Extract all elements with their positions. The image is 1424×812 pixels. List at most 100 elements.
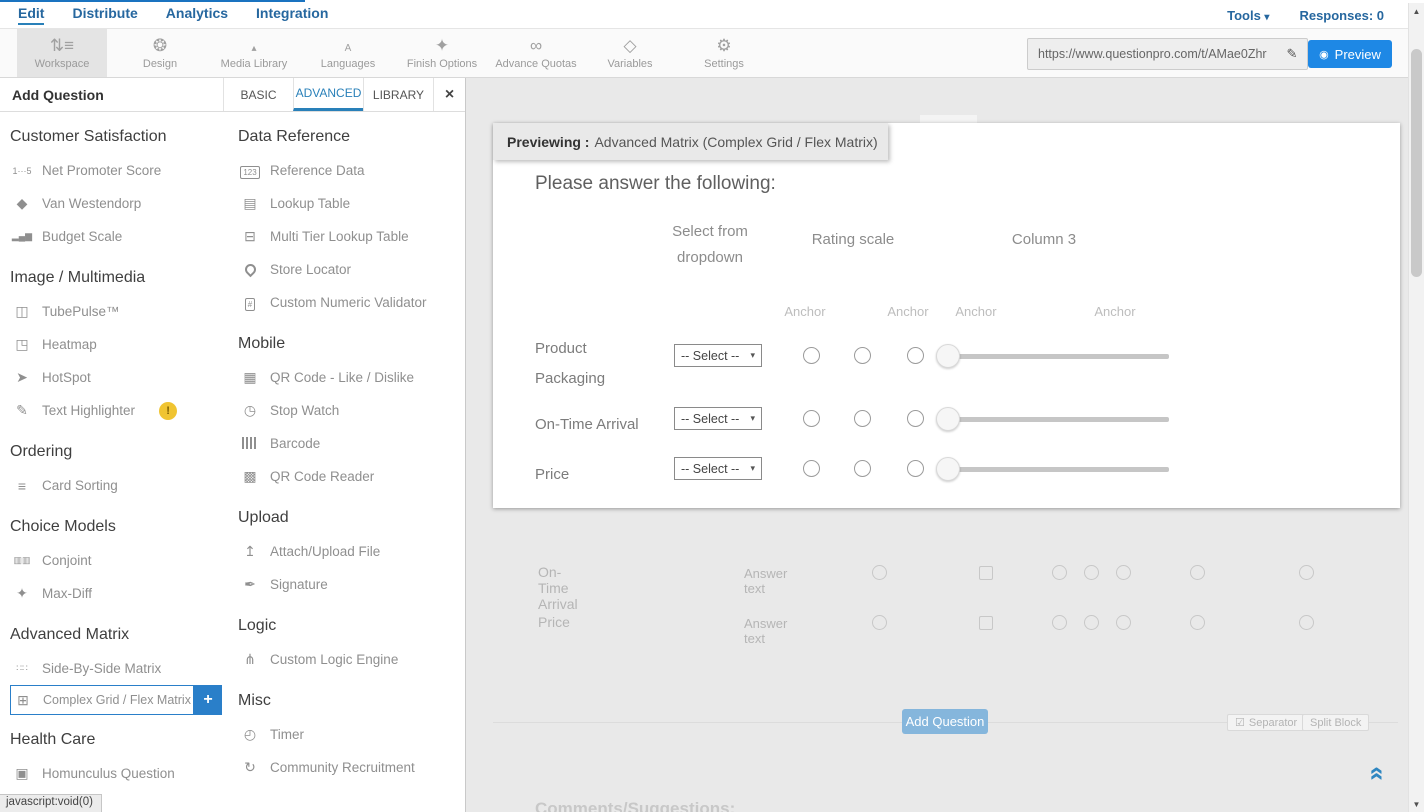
dim-radio[interactable] — [1299, 615, 1314, 630]
item-store-locator[interactable]: Store Locator — [238, 253, 458, 286]
tools-menu[interactable]: Tools ▾ — [1227, 8, 1269, 23]
item-lookup-table[interactable]: ▤Lookup Table — [238, 187, 458, 220]
item-card-sorting[interactable]: ≡Card Sorting — [10, 469, 238, 502]
tool-variables[interactable]: ◇ Variables — [583, 29, 677, 77]
item-stop-watch[interactable]: ◷Stop Watch — [238, 394, 458, 427]
slider-handle[interactable] — [936, 457, 960, 481]
tool-finish-options[interactable]: ✦ Finish Options — [395, 29, 489, 77]
page-scrollbar[interactable]: ▲ ▼ — [1408, 3, 1424, 812]
nav-item-analytics[interactable]: Analytics — [166, 5, 228, 25]
add-question-button[interactable]: Add Question — [902, 709, 988, 734]
row3-select-dropdown[interactable]: -- Select --▾ — [674, 457, 762, 480]
item-budget-scale[interactable]: ▂▄▆Budget Scale — [10, 220, 238, 253]
dim-radio[interactable] — [1190, 565, 1205, 580]
item-reference-data[interactable]: 123Reference Data — [238, 154, 458, 187]
scrollbar-thumb[interactable] — [1411, 49, 1422, 277]
dim-radio[interactable] — [1116, 565, 1131, 580]
tool-settings[interactable]: ⚙ Settings — [677, 29, 771, 77]
cursor-icon: ➤ — [10, 369, 34, 386]
section-mobile: Mobile — [238, 335, 458, 353]
item-signature[interactable]: ✒Signature — [238, 568, 458, 601]
scrollbar-up-icon[interactable]: ▲ — [1409, 7, 1424, 16]
dim-radio[interactable] — [1299, 565, 1314, 580]
qr-reader-icon: ▩ — [238, 468, 262, 485]
item-custom-numeric-validator[interactable]: #Custom Numeric Validator — [238, 286, 458, 319]
row1-slider[interactable] — [936, 344, 1169, 368]
item-qr-code-like-dislike[interactable]: ▦QR Code - Like / Dislike — [238, 361, 458, 394]
dim-radio[interactable] — [1116, 615, 1131, 630]
tool-advance-quotas[interactable]: ∞ Advance Quotas — [489, 29, 583, 77]
row3-rating-radio-3[interactable] — [907, 460, 924, 477]
tool-media-library[interactable]: ▴ Media Library — [207, 29, 301, 77]
row3-rating-radio-2[interactable] — [854, 460, 871, 477]
scroll-to-top-icon[interactable]: » — [1360, 766, 1391, 780]
eye-icon: ◉ — [1319, 48, 1329, 61]
tab-library[interactable]: LIBRARY — [363, 78, 433, 111]
edit-url-icon[interactable]: ✎ — [1277, 46, 1307, 62]
item-community-recruitment[interactable]: ↻Community Recruitment — [238, 751, 458, 784]
row2-rating-radio-3[interactable] — [907, 410, 924, 427]
dim-radio[interactable] — [1084, 615, 1099, 630]
nav-item-edit[interactable]: Edit — [18, 5, 44, 25]
tool-languages[interactable]: A Languages — [301, 29, 395, 77]
row1-rating-radio-2[interactable] — [854, 347, 871, 364]
section-data-reference: Data Reference — [238, 128, 458, 146]
nav-item-distribute[interactable]: Distribute — [72, 5, 137, 25]
item-van-westendorp[interactable]: ◆Van Westendorp — [10, 187, 238, 220]
slider-handle[interactable] — [936, 344, 960, 368]
item-hotspot[interactable]: ➤HotSpot — [10, 361, 238, 394]
item-homunculus-question[interactable]: ▣Homunculus Question — [10, 757, 238, 790]
tab-basic[interactable]: BASIC — [223, 78, 293, 111]
nav-item-integration[interactable]: Integration — [256, 5, 328, 25]
scrollbar-down-icon[interactable]: ▼ — [1409, 800, 1424, 809]
row1-rating-radio-3[interactable] — [907, 347, 924, 364]
row3-slider[interactable] — [936, 457, 1169, 481]
item-timer[interactable]: ◴Timer — [238, 718, 458, 751]
previewing-banner: Previewing : Advanced Matrix (Complex Gr… — [493, 123, 888, 160]
dim-radio[interactable] — [872, 615, 887, 630]
row2-rating-radio-2[interactable] — [854, 410, 871, 427]
dim-radio[interactable] — [1052, 565, 1067, 580]
close-panel-button[interactable]: × — [433, 78, 465, 111]
responses-count[interactable]: Responses: 0 — [1299, 8, 1384, 23]
row2-rating-radio-1[interactable] — [803, 410, 820, 427]
split-block-button[interactable]: Split Block — [1302, 714, 1369, 731]
tool-workspace[interactable]: ⇅≡ Workspace — [17, 29, 107, 77]
item-net-promoter-score[interactable]: 1···5Net Promoter Score — [10, 154, 238, 187]
item-barcode[interactable]: Barcode — [238, 427, 458, 460]
item-custom-logic-engine[interactable]: ⋔Custom Logic Engine — [238, 643, 458, 676]
item-qr-code-reader[interactable]: ▩QR Code Reader — [238, 460, 458, 493]
dim-radio[interactable] — [1052, 615, 1067, 630]
toolbar: ⇅≡ Workspace ❂ Design ▴ Media Library A … — [0, 28, 1424, 78]
row1-rating-radio-1[interactable] — [803, 347, 820, 364]
item-complex-grid-flex-matrix[interactable]: ⊞Complex Grid / Flex Matrix — [10, 685, 194, 715]
add-selected-question-button[interactable]: + — [194, 685, 222, 715]
dim-radio[interactable] — [872, 565, 887, 580]
row2-select-dropdown[interactable]: -- Select --▾ — [674, 407, 762, 430]
item-attach-upload-file[interactable]: ↥Attach/Upload File — [238, 535, 458, 568]
palette-icon: ❂ — [153, 36, 167, 58]
film-icon: ◫ — [10, 303, 34, 320]
item-conjoint[interactable]: ▥▥Conjoint — [10, 544, 238, 577]
item-side-by-side-matrix[interactable]: ∷∷Side-By-Side Matrix — [10, 652, 238, 685]
separator-toggle[interactable]: ☑ Separator — [1227, 714, 1305, 731]
dim-checkbox[interactable] — [979, 566, 993, 580]
row3-rating-radio-1[interactable] — [803, 460, 820, 477]
item-heatmap[interactable]: ◳Heatmap — [10, 328, 238, 361]
dim-checkbox[interactable] — [979, 616, 993, 630]
row2-slider[interactable] — [936, 407, 1169, 431]
row1-select-dropdown[interactable]: -- Select --▾ — [674, 344, 762, 367]
item-tubepulse[interactable]: ◫TubePulse™ — [10, 295, 238, 328]
tool-design[interactable]: ❂ Design — [113, 29, 207, 77]
item-text-highlighter[interactable]: ✎Text Highlighter ! — [10, 394, 238, 427]
dim-radio[interactable] — [1084, 565, 1099, 580]
matrix-row-price: Price -- Select --▾ — [493, 441, 1400, 501]
item-multi-tier-lookup-table[interactable]: ⊟Multi Tier Lookup Table — [238, 220, 458, 253]
item-max-diff[interactable]: ✦Max-Diff — [10, 577, 238, 610]
tab-advanced[interactable]: ADVANCED — [293, 78, 363, 111]
slider-handle[interactable] — [936, 407, 960, 431]
signature-pen-icon: ✒ — [238, 576, 262, 593]
preview-button[interactable]: ◉ Preview — [1308, 40, 1392, 68]
survey-url-input[interactable]: https://www.questionpro.com/t/AMae0Zhr ✎ — [1027, 38, 1308, 70]
dim-radio[interactable] — [1190, 615, 1205, 630]
